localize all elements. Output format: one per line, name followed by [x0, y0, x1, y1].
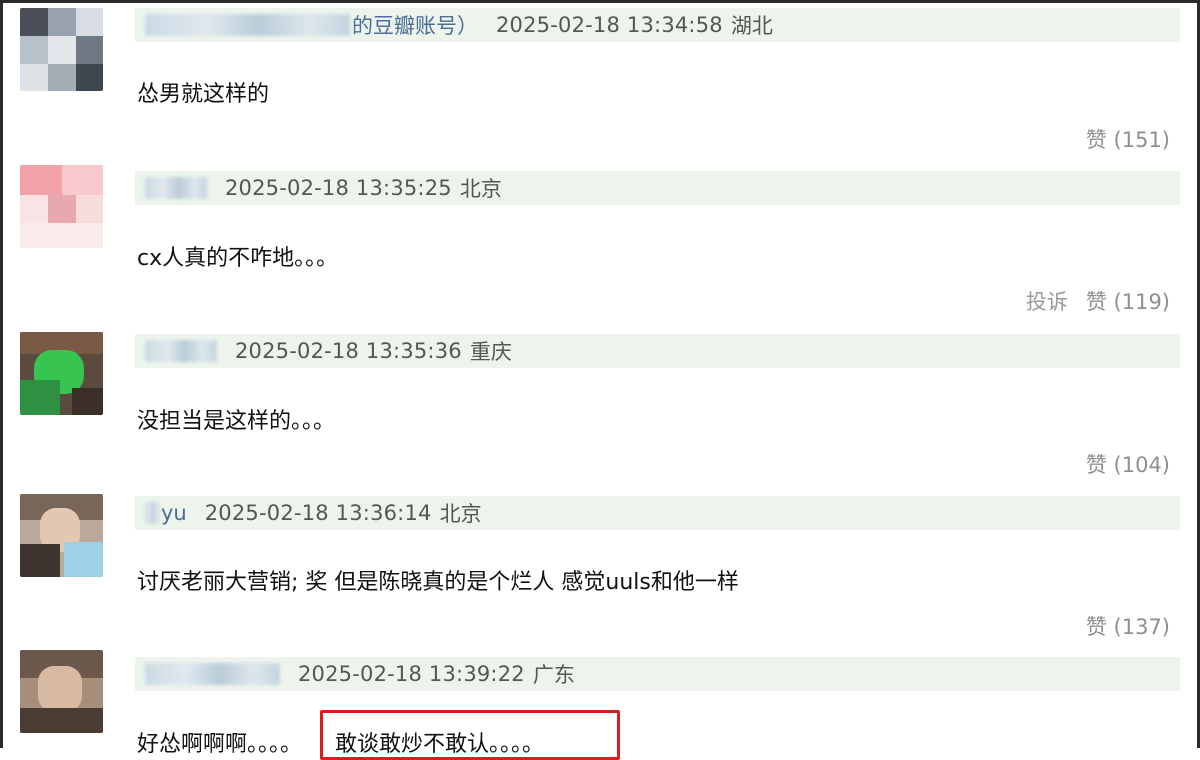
blurred-nickname[interactable] — [145, 340, 217, 362]
comment-meta: yu 2025-02-18 13:36:14 北京 — [135, 496, 1180, 530]
comment-text: 没担当是这样的。。。 — [137, 409, 336, 434]
comment-location: 湖北 — [730, 14, 773, 38]
comment-actions: 投诉 赞 (119) — [1026, 286, 1170, 316]
comment-meta: 的豆瓣账号） 2025-02-18 13:34:58 湖北 — [135, 8, 1180, 42]
avatar[interactable] — [20, 332, 103, 415]
image-frame — [0, 0, 1200, 748]
comment-actions: 赞 (151) — [1086, 124, 1170, 154]
report-button[interactable]: 投诉 — [1026, 286, 1068, 316]
nickname-suffix[interactable]: yu — [161, 501, 187, 525]
avatar[interactable] — [20, 8, 103, 91]
comment-location: 广东 — [532, 663, 575, 687]
comment-time: 2025-02-18 13:36:14 — [204, 501, 432, 525]
like-count: (119) — [1113, 290, 1170, 314]
like-button[interactable]: 赞 (104) — [1086, 449, 1170, 479]
red-highlight-box — [320, 710, 620, 760]
avatar[interactable] — [20, 165, 103, 248]
comment-actions: 赞 (104) — [1086, 449, 1170, 479]
comment-time: 2025-02-18 13:39:22 — [298, 662, 525, 686]
like-button[interactable]: 赞 (137) — [1086, 611, 1170, 641]
blurred-nickname[interactable] — [145, 177, 207, 199]
like-count: (104) — [1113, 453, 1170, 477]
comment-time: 2025-02-18 13:34:58 — [496, 13, 723, 37]
comment-location: 北京 — [459, 177, 502, 201]
blurred-nickname[interactable] — [145, 663, 280, 685]
comment-actions: 赞 (137) — [1086, 611, 1170, 641]
like-count: (151) — [1113, 128, 1170, 152]
comment-meta: 2025-02-18 13:35:36 重庆 — [135, 334, 1180, 368]
blurred-nickname[interactable] — [145, 14, 350, 36]
blurred-nickname[interactable] — [145, 502, 159, 524]
like-button[interactable]: 赞 (151) — [1086, 124, 1170, 154]
comment-text: 怂男就这样的 — [137, 82, 270, 107]
comment-location: 重庆 — [469, 340, 512, 364]
avatar[interactable] — [20, 650, 103, 733]
comment-meta: 2025-02-18 13:39:22 广东 — [135, 657, 1180, 691]
comment-text: cx人真的不咋地。。。 — [137, 246, 339, 271]
nickname-suffix[interactable]: 的豆瓣账号） — [352, 10, 478, 40]
comment-time: 2025-02-18 13:35:25 — [225, 176, 452, 200]
comment-text-part: 好怂啊啊啊。。。。 — [137, 732, 303, 757]
comment-meta: 2025-02-18 13:35:25 北京 — [135, 171, 1180, 205]
comment-text: 讨厌老丽大营销; 奖 但是陈晓真的是个烂人 感觉uuls和他一样 — [137, 570, 739, 595]
like-button[interactable]: 赞 (119) — [1086, 286, 1170, 316]
avatar[interactable] — [20, 494, 103, 577]
comment-time: 2025-02-18 13:35:36 — [235, 339, 462, 363]
like-count: (137) — [1113, 615, 1170, 639]
comment-location: 北京 — [439, 502, 482, 526]
